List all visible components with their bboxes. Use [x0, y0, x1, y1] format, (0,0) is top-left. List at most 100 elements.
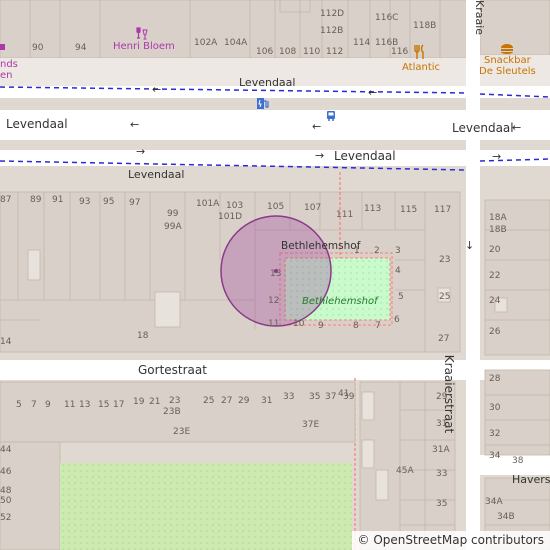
- house-number: 13: [79, 400, 91, 410]
- oneway-arrow-left-2: ←: [312, 120, 322, 133]
- house-number: 117: [434, 205, 452, 215]
- house-number: 25: [439, 292, 451, 302]
- poi-label-henri-bloem[interactable]: Henri Bloem: [113, 42, 175, 52]
- poi-label-left-cut-1[interactable]: nds: [0, 60, 18, 70]
- plaza-strip: [0, 58, 470, 90]
- house-number: 90: [32, 43, 44, 53]
- house-number: 101A: [196, 199, 220, 209]
- house-number: 31: [436, 419, 448, 429]
- house-number: 32: [489, 429, 501, 439]
- house-number: 3: [395, 246, 401, 256]
- house-number: 105: [267, 202, 285, 212]
- attribution[interactable]: © OpenStreetMap contributors: [351, 531, 550, 550]
- house-number: 94: [75, 43, 87, 53]
- house-number: 104A: [224, 38, 248, 48]
- house-number: 7: [31, 400, 37, 410]
- house-number: 31: [261, 396, 273, 406]
- house-number: 29: [436, 392, 448, 402]
- house-number: 25: [203, 396, 215, 406]
- house-number: 87: [0, 195, 12, 205]
- house-number: 17: [113, 400, 125, 410]
- house-number: 9: [45, 400, 51, 410]
- street-label-levendaal-top: Levendaal: [239, 76, 296, 89]
- house-number: 18: [137, 331, 149, 341]
- house-number: 95: [103, 197, 115, 207]
- map-canvas[interactable]: Levendaal Levendaal Levendaal Levendaal …: [0, 0, 550, 550]
- house-number: 50: [0, 496, 12, 506]
- house-number: 38: [512, 456, 524, 466]
- charging-station-icon[interactable]: [256, 95, 270, 114]
- bus-stop-icon[interactable]: [326, 107, 336, 126]
- house-number: 27: [438, 334, 450, 344]
- house-number: 34: [489, 451, 501, 461]
- green-area: [60, 463, 352, 550]
- house-number: 102A: [194, 38, 218, 48]
- house-number: 15: [98, 400, 110, 410]
- street-label-levendaal-service: Levendaal: [128, 168, 185, 181]
- house-number: 27: [221, 396, 233, 406]
- house-number: 91: [52, 195, 64, 205]
- house-number: 28: [489, 374, 501, 384]
- house-number: 24: [489, 296, 501, 306]
- house-number: 37E: [302, 420, 320, 430]
- park-label-bethlehemshof: Bethlehemshof: [302, 296, 378, 307]
- house-number: 34B: [497, 512, 515, 522]
- house-number: 118B: [413, 21, 437, 31]
- oneway-arrow-left-top: ←: [368, 86, 378, 99]
- house-number: 1: [354, 246, 360, 256]
- poi-label-de-sleutels[interactable]: De Sleutels: [479, 67, 536, 77]
- restaurant-icon[interactable]: [412, 44, 428, 64]
- house-number: 45A: [396, 466, 414, 476]
- oneway-arrow-down: ↓: [465, 239, 475, 252]
- house-number: 103: [226, 201, 244, 211]
- street-label-levendaal-center: Levendaal: [334, 149, 396, 163]
- house-number: 12: [268, 296, 280, 306]
- gortestraat-road: [0, 360, 550, 380]
- house-number: 23: [169, 396, 181, 406]
- house-number: 41: [338, 389, 350, 399]
- house-number: 6: [394, 315, 400, 325]
- house-number: 97: [129, 198, 141, 208]
- house-number: 48: [0, 486, 12, 496]
- house-number: 52: [0, 513, 12, 523]
- house-number: 31A: [432, 445, 450, 455]
- house-number: 113: [364, 204, 382, 214]
- house-number: 14: [0, 337, 12, 347]
- poi-label-snackbar[interactable]: Snackbar: [484, 56, 531, 66]
- house-number: 11: [268, 319, 280, 329]
- house-number: 89: [30, 195, 42, 205]
- house-number: 35: [309, 392, 321, 402]
- poi-label-atlantic[interactable]: Atlantic: [402, 63, 440, 73]
- oneway-arrow-left: ←: [130, 118, 140, 131]
- house-number: 7: [375, 321, 381, 331]
- house-number: 99: [167, 209, 179, 219]
- house-number: 19: [133, 397, 145, 407]
- house-number: 111: [336, 210, 354, 220]
- house-number: 112: [326, 47, 344, 57]
- house-number: 5: [16, 400, 22, 410]
- street-label-kraaie-top: Kraaie: [473, 0, 487, 36]
- street-label-levendaal-left: Levendaal: [6, 117, 68, 131]
- building-label-bethlehemshof: Bethlehemshof: [281, 240, 361, 252]
- house-number: 108: [279, 47, 297, 57]
- house-number: 106: [256, 47, 274, 57]
- house-number: 26: [489, 327, 501, 337]
- street-label-haverstraat: Haverstra: [512, 473, 550, 486]
- oneway-arrow-left-top-2: ←: [152, 83, 162, 96]
- kraaierstraat-road: [466, 0, 480, 550]
- house-number: 8: [353, 321, 359, 331]
- house-number: 22: [489, 271, 501, 281]
- poi-label-left-cut-2[interactable]: en: [0, 71, 13, 81]
- house-number: 101D: [218, 212, 243, 222]
- house-number: 4: [395, 266, 401, 276]
- oneway-arrow-right-2: →: [315, 149, 325, 162]
- house-number: 112B: [320, 26, 344, 36]
- house-number: 23: [439, 255, 451, 265]
- house-number: 10: [293, 319, 305, 329]
- street-label-gortestraat: Gortestraat: [138, 363, 207, 377]
- house-number: 93: [79, 197, 91, 207]
- poi-marker-left[interactable]: [0, 44, 5, 50]
- house-number: 112D: [320, 9, 345, 19]
- house-number: 13: [270, 269, 282, 279]
- house-number: 33: [283, 392, 295, 402]
